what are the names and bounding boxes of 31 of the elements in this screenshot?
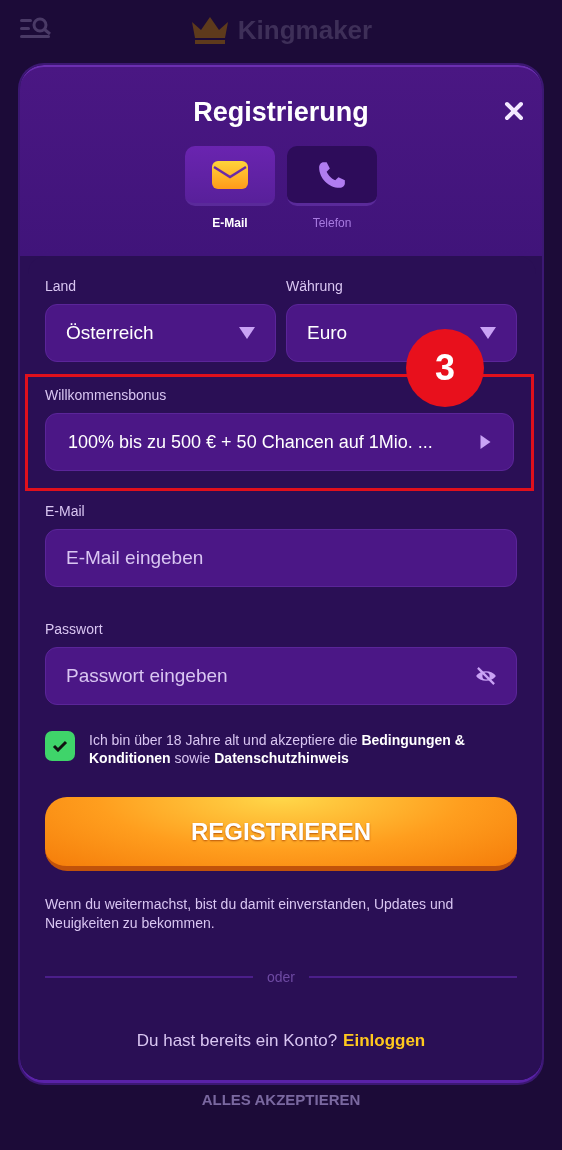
field-label: E-Mail: [45, 503, 85, 519]
method-tab[interactable]: [185, 146, 275, 206]
eye-off-icon[interactable]: [475, 667, 497, 685]
field-label: Land: [45, 278, 77, 294]
email-field[interactable]: E-Mail eingeben: [45, 529, 517, 587]
tab-label: E-Mail: [212, 216, 248, 230]
terms-checkbox[interactable]: [45, 731, 75, 761]
play-arrow-icon: [480, 435, 491, 449]
caret-icon: [239, 327, 255, 339]
close-icon[interactable]: [504, 101, 524, 121]
phone-icon: [317, 159, 347, 190]
crown-icon: [189, 16, 230, 44]
login-link[interactable]: Einloggen: [343, 1031, 426, 1051]
password-field[interactable]: Passwort eingeben: [45, 647, 517, 705]
tab-label: Telefon: [312, 216, 352, 230]
field-label: Währung: [286, 278, 343, 294]
dialog-title: Registrierung: [193, 97, 369, 128]
consent-notice: Wenn du weitermachst, bist du damit einverstanden, Updates und Neuigkeiten zu bekommen.: [45, 895, 455, 933]
bonus-selector[interactable]: 100% bis zu 500 € + 50 Chancen auf 1Mio. ...: [45, 413, 514, 471]
field-label: Passwort: [45, 621, 103, 637]
accept-all-text: ALLES AKZEPTIEREN: [200, 1091, 362, 1108]
envelope-icon: [212, 160, 248, 189]
terms-text: Ich bin über 18 Jahre alt und akzeptiere die Bedingungen & Konditionen sowie Datenschutzhinweis: [89, 731, 466, 767]
step-badge-overlay: 3: [406, 329, 484, 407]
caret-icon: [480, 327, 496, 339]
divider-text: oder: [267, 969, 295, 985]
check-icon: [52, 740, 68, 752]
login-prompt: Du hast bereits ein Konto?: [136, 1031, 338, 1051]
field-label: Willkommensbonus: [45, 387, 167, 403]
method-tab[interactable]: [287, 146, 377, 206]
select-field[interactable]: Österreich: [45, 304, 276, 362]
